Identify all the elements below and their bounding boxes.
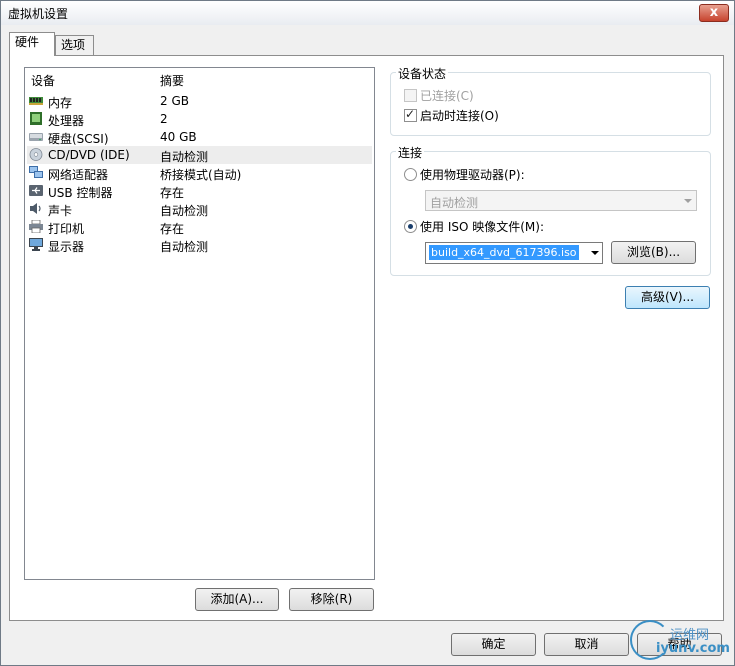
- tab-hardware[interactable]: 硬件: [9, 32, 55, 56]
- display-icon: [29, 238, 43, 251]
- iso-path-value: build_x64_dvd_617396.iso: [429, 245, 579, 260]
- iso-image-radio[interactable]: [404, 220, 417, 233]
- connected-checkbox[interactable]: [404, 89, 417, 102]
- device-name: 处理器: [48, 114, 85, 128]
- device-row-usb-controller[interactable]: USB 控制器 存在: [27, 182, 372, 200]
- device-summary: 桥接模式(自动): [160, 168, 242, 182]
- device-name: 声卡: [48, 204, 73, 218]
- browse-button[interactable]: 浏览(B)...: [611, 241, 696, 264]
- network-adapter-icon: [29, 166, 43, 178]
- device-row-cd-dvd[interactable]: CD/DVD (IDE) 自动检测: [27, 146, 372, 164]
- connected-label: 已连接(C): [420, 89, 474, 103]
- device-summary: 存在: [160, 222, 185, 236]
- title-bar[interactable]: [1, 1, 734, 25]
- sound-card-icon: [30, 203, 41, 214]
- device-summary: 2: [160, 112, 168, 126]
- device-name: CD/DVD (IDE): [48, 148, 130, 162]
- device-name: 显示器: [48, 240, 85, 254]
- connection-title: 连接: [396, 144, 425, 161]
- remove-button[interactable]: 移除(R): [289, 588, 374, 611]
- device-row-harddisk[interactable]: 硬盘(SCSI) 40 GB: [27, 128, 372, 146]
- harddisk-icon: [29, 133, 43, 141]
- device-summary: 2 GB: [160, 94, 189, 108]
- device-row-sound-card[interactable]: 声卡 自动检测: [27, 200, 372, 218]
- device-row-processor[interactable]: 处理器 2: [27, 110, 372, 128]
- chevron-down-icon[interactable]: [591, 251, 599, 255]
- device-name: 内存: [48, 96, 73, 110]
- connect-at-power-on-checkbox[interactable]: [404, 107, 417, 122]
- device-name: USB 控制器: [48, 186, 113, 200]
- cancel-button[interactable]: 取消: [544, 633, 629, 656]
- ok-button[interactable]: 确定: [451, 633, 536, 656]
- chevron-down-icon: [684, 199, 692, 203]
- device-row-printer[interactable]: 打印机 存在: [27, 218, 372, 236]
- device-row-memory[interactable]: 内存 2 GB: [27, 92, 372, 110]
- advanced-button[interactable]: 高级(V)...: [625, 286, 710, 309]
- device-summary: 自动检测: [160, 204, 209, 218]
- device-summary: 自动检测: [160, 150, 209, 164]
- connect-at-power-on-label: 启动时连接(O): [420, 109, 499, 123]
- device-name: 硬盘(SCSI): [48, 132, 109, 146]
- watermark-url: iyunv.com: [656, 641, 730, 656]
- window-title: 虚拟机设置: [8, 7, 69, 21]
- column-header-summary[interactable]: 摘要: [160, 72, 184, 89]
- iso-image-label: 使用 ISO 映像文件(M):: [420, 220, 544, 234]
- iso-path-combobox[interactable]: build_x64_dvd_617396.iso: [425, 242, 603, 264]
- close-button[interactable]: x: [699, 4, 729, 22]
- tab-options[interactable]: 选项: [55, 35, 94, 55]
- device-name: 网络适配器: [48, 168, 109, 182]
- column-header-device[interactable]: 设备: [31, 72, 55, 89]
- add-button[interactable]: 添加(A)...: [195, 588, 279, 611]
- device-summary: 存在: [160, 186, 185, 200]
- physical-drive-select[interactable]: 自动检测: [425, 190, 697, 211]
- cd-dvd-icon: [29, 148, 43, 161]
- device-summary: 40 GB: [160, 130, 197, 144]
- memory-icon: [29, 97, 43, 105]
- physical-drive-value: 自动检测: [430, 196, 479, 210]
- physical-drive-radio[interactable]: [404, 168, 417, 181]
- printer-icon: [29, 220, 43, 233]
- device-summary: 自动检测: [160, 240, 209, 254]
- processor-icon: [30, 112, 42, 125]
- device-row-display[interactable]: 显示器 自动检测: [27, 236, 372, 254]
- device-status-title: 设备状态: [396, 65, 449, 82]
- physical-drive-label: 使用物理驱动器(P):: [420, 168, 525, 182]
- device-name: 打印机: [48, 222, 85, 236]
- usb-icon: [29, 185, 43, 196]
- device-row-network-adapter[interactable]: 网络适配器 桥接模式(自动): [27, 164, 372, 182]
